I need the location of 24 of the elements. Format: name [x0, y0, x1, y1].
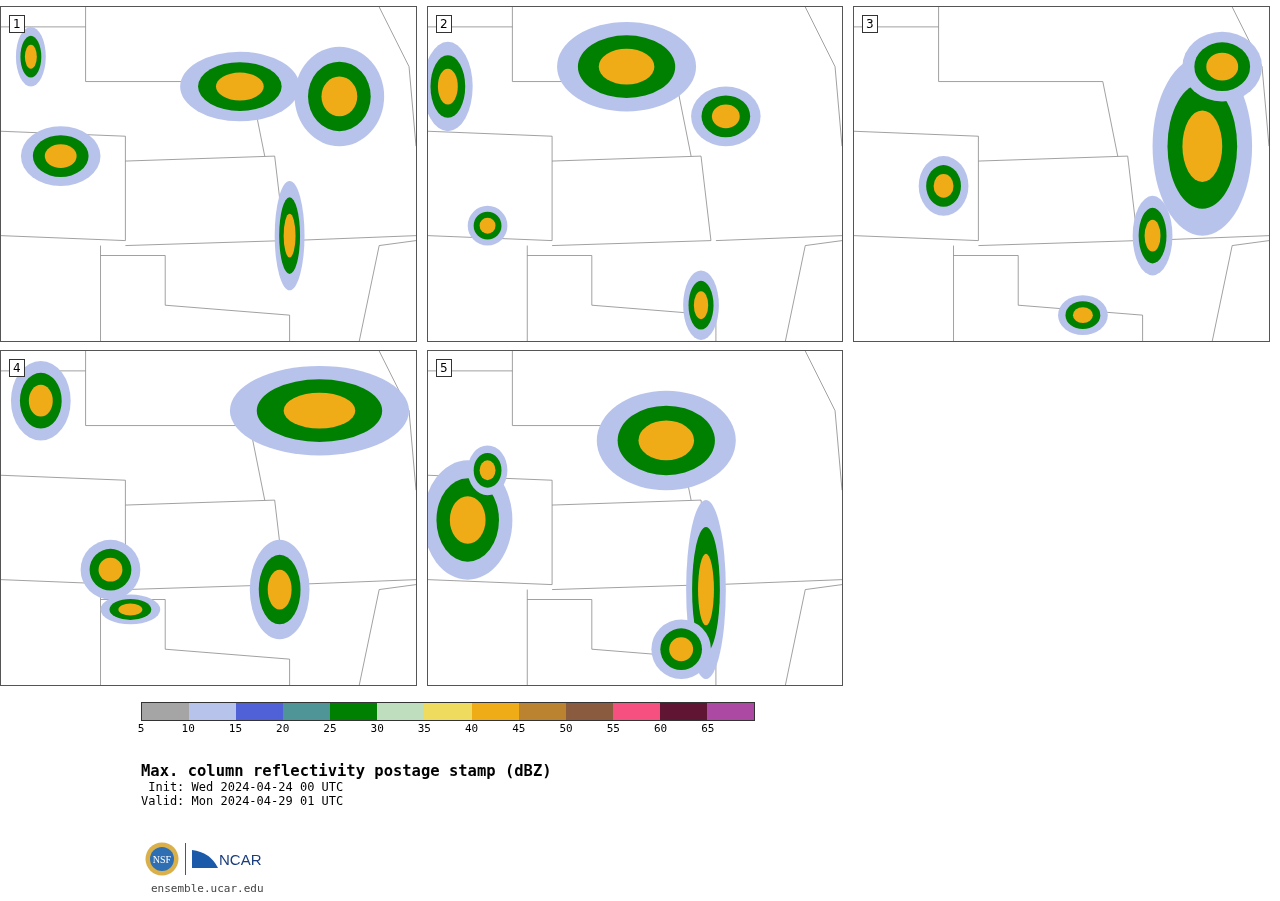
scale-tick-label: 20	[276, 722, 290, 735]
scale-tick-label: 60	[653, 722, 668, 735]
scale-tick-label: 50	[559, 722, 573, 735]
scale-tick-label: 55	[606, 722, 620, 735]
valid-time: Valid: Mon 2024-04-29 01 UTC	[141, 794, 345, 808]
panel-number: 3	[862, 15, 878, 33]
scale-tick-label: 5	[137, 722, 145, 735]
ncar-logo: NCAR	[192, 850, 262, 868]
scale-tick-label: 65	[701, 722, 715, 735]
scale-tick-label: 25	[323, 722, 337, 735]
scale-tick-label: 15	[228, 722, 243, 735]
seal-logo-icon: NSF	[145, 842, 179, 876]
panel-number: 1	[9, 15, 25, 33]
panel-number: 5	[436, 359, 452, 377]
panel-number: 4	[9, 359, 25, 377]
scale-tick-label: 30	[370, 722, 384, 735]
chart-title: Max. column reflectivity postage stamp (dBZ)	[141, 762, 553, 780]
scale-tick-label: 35	[417, 722, 431, 735]
website-url: ensemble.ucar.edu	[151, 882, 265, 895]
scale-tick-label: 10	[181, 722, 195, 735]
init-time: Init: Wed 2024-04-24 00 UTC	[147, 780, 345, 794]
scale-tick-label: 45	[512, 722, 526, 735]
panel-number: 2	[436, 15, 452, 33]
scale-tick-label: 40	[465, 722, 479, 735]
